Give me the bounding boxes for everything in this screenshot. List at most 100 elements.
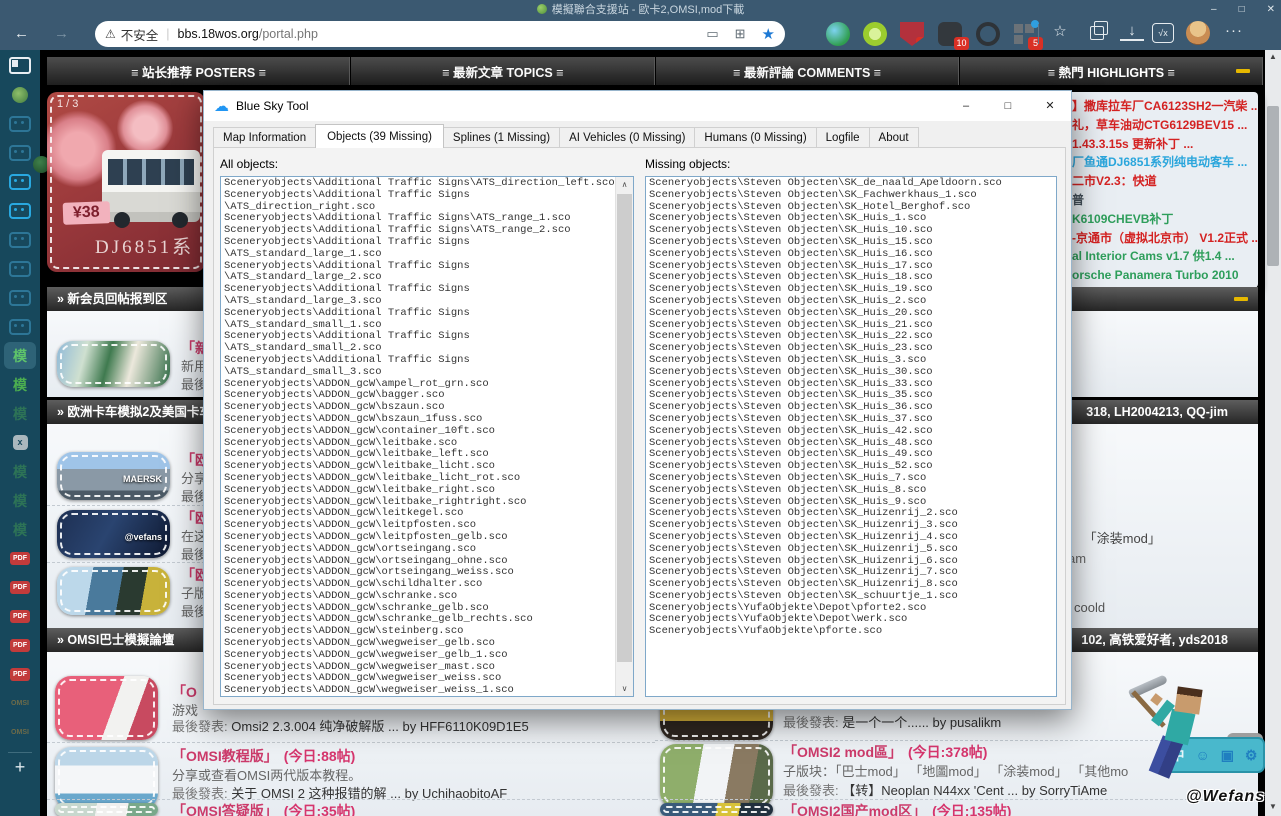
forward-icon[interactable]: → (54, 18, 69, 50)
panel-link[interactable]: K6109CHEVB补丁 (1072, 210, 1258, 229)
back-icon[interactable]: ← (14, 18, 29, 50)
listbox-line[interactable]: Sceneryobjects\ADDON_gcW\wegweiser_gelb_… (221, 650, 633, 662)
sidebar-tab-robot-icon[interactable] (4, 255, 36, 282)
listbox-scrollbar[interactable]: ∧ ∨ (615, 177, 633, 696)
dialog-tab[interactable]: Logfile (816, 127, 870, 148)
forum-title[interactable]: 「OMSI教程版」(今日:88帖) (172, 746, 355, 766)
dialog-maximize-icon[interactable]: □ (987, 91, 1029, 121)
reading-mode-icon[interactable]: ▭ (706, 26, 718, 42)
ring-extension-icon[interactable] (976, 22, 1000, 46)
panel-link[interactable]: 厂鱼通DJ6851系列纯电动客车 ... (1072, 153, 1258, 172)
security-warning-icon[interactable]: ⚠ (105, 27, 116, 41)
close-icon[interactable]: ✕ (1267, 4, 1275, 15)
dialog-tab[interactable]: Splines (1 Missing) (443, 127, 560, 148)
carousel-banner[interactable]: 1 / 3 ¥38 DJ6851系 (47, 92, 205, 272)
nav-collapse-icon[interactable] (1236, 69, 1250, 73)
favorites-icon[interactable]: ☆ (1048, 22, 1072, 40)
panel-link[interactable]: -京通市（虚拟北京市） V1.2正式 ... (1072, 229, 1258, 248)
sidebar-tab-robot-icon[interactable] (4, 110, 36, 137)
collapse-icon[interactable] (1234, 297, 1248, 301)
listbox-line[interactable]: Sceneryobjects\Steven Objecten\SK_Huis_8… (646, 485, 1056, 497)
sidebar-tab-robot-icon[interactable] (4, 313, 36, 340)
sidebar-tab-pdf-icon[interactable]: PDF (4, 603, 36, 630)
math-solver-icon[interactable]: √x (1152, 23, 1174, 43)
panel-link[interactable]: 礼，草车油动CTG6129BEV15 ... (1072, 116, 1258, 135)
dialog-tab[interactable]: Map Information (213, 127, 316, 148)
panel-link[interactable]: 】撒库拉车厂CA6123SH2一汽柴 ... (1072, 97, 1258, 116)
page-scrollbar-thumb[interactable] (1267, 106, 1279, 266)
panel-link[interactable]: orsche Panamera Turbo 2010 (1072, 266, 1258, 285)
listbox-line[interactable]: Sceneryobjects\Steven Objecten\SK_Huizen… (646, 544, 1056, 556)
listbox-line[interactable]: \ATS_standard_large_3.sco (221, 296, 633, 308)
listbox-line[interactable]: Sceneryobjects\Steven Objecten\SK_Huis_7… (646, 473, 1056, 485)
collections-icon[interactable] (1090, 26, 1104, 40)
nav-section[interactable]: ≡ 熱門 HIGHLIGHTS ≡ (960, 57, 1264, 85)
forum-title[interactable]: 「O (172, 682, 197, 702)
sidebar-tab-pdf-icon[interactable]: PDF (4, 574, 36, 601)
listbox-line[interactable]: Sceneryobjects\Steven Objecten\SK_Huizen… (646, 532, 1056, 544)
sidebar-tab-doc-icon[interactable]: x (4, 429, 36, 456)
blocker-extension-icon[interactable]: 5 (1012, 22, 1036, 46)
sidebar-tab-char-icon[interactable]: 模 (4, 342, 36, 369)
listbox-line[interactable]: Sceneryobjects\Steven Objecten\SK_Huis_2… (646, 296, 1056, 308)
panel-link[interactable]: 普 (1072, 191, 1258, 210)
listbox-line[interactable]: Sceneryobjects\ADDON_gcW\container_10ft.… (221, 426, 633, 438)
maximize-icon[interactable]: □ (1239, 4, 1245, 15)
sidebar-tab-char-icon[interactable]: 模 (4, 516, 36, 543)
listbox-line[interactable]: Sceneryobjects\Steven Objecten\SK_Huis_1… (646, 237, 1056, 249)
dialog-tab[interactable]: Objects (39 Missing) (315, 124, 444, 148)
scroll-down-icon[interactable]: ▼ (1265, 802, 1281, 811)
listbox-line[interactable]: Sceneryobjects\ADDON_gcW\ortseingang.sco (221, 544, 633, 556)
thumbnail-cn-bus[interactable] (660, 803, 773, 816)
listbox-line[interactable]: Sceneryobjects\Steven Objecten\SK_Huis_4… (646, 426, 1056, 438)
idm-extension-icon[interactable] (826, 22, 850, 46)
lastpost-author[interactable]: by HFF6110K09D1E5 (402, 719, 528, 734)
all-objects-listbox[interactable]: Sceneryobjects\Additional Traffic Signs\… (220, 176, 634, 697)
dialog-tab[interactable]: About (869, 127, 919, 148)
image-icon[interactable]: ▣ (1221, 747, 1234, 764)
sidebar-tab-robot-icon[interactable] (4, 168, 36, 195)
sidebar-tab-green-icon[interactable] (4, 81, 36, 108)
panel-link[interactable]: 二市V2.3：快道 (1072, 172, 1258, 191)
listbox-line[interactable]: \ATS_standard_small_3.sco (221, 367, 633, 379)
sidebar-tab-robot-icon[interactable] (4, 197, 36, 224)
thumbnail-vefans-truck[interactable]: @vefans (57, 510, 170, 558)
nav-section[interactable]: ≡ 站长推荐 POSTERS ≡ (47, 57, 351, 85)
sidebar-tab-char-icon[interactable]: OMSI (4, 690, 36, 717)
thumbnail-qa-bus[interactable] (55, 803, 158, 816)
lastpost-link[interactable]: Omsi2 2.3.004 纯净破解版 ... (231, 719, 399, 734)
panel-link[interactable]: al Interior Cams v1.7 供1.4 ... (1072, 247, 1258, 266)
lastpost-link[interactable]: 是一个一个...... (842, 715, 929, 730)
thumbnail-maersk-truck[interactable]: MAERSK (57, 452, 170, 500)
panel-link[interactable]: 1.43.3.15s 更新补丁 ... (1072, 135, 1258, 154)
lime-extension-icon[interactable] (863, 22, 887, 46)
listbox-line[interactable]: Sceneryobjects\ADDON_gcW\bszaun_1fuss.sc… (221, 414, 633, 426)
sidebar-tab-robot-icon[interactable] (4, 284, 36, 311)
listbox-line[interactable]: Sceneryobjects\ADDON_gcW\wegweiser_weiss… (221, 685, 633, 697)
sidebar-tab-robot-icon[interactable] (4, 139, 36, 166)
lastpost-link[interactable]: 【转】Neoplan N44xx 'Cent ... (842, 783, 1018, 798)
new-tab-button[interactable]: + (0, 757, 40, 778)
nav-section[interactable]: ≡ 最新評論 COMMENTS ≡ (656, 57, 960, 85)
dialog-tab[interactable]: AI Vehicles (0 Missing) (559, 127, 695, 148)
forum-title[interactable]: 「OMSI答疑版」(今日:35帖) (172, 801, 355, 816)
sidebar-tab-char-icon[interactable]: 模 (4, 458, 36, 485)
dialog-tab[interactable]: Humans (0 Missing) (694, 127, 816, 148)
listbox-line[interactable]: Sceneryobjects\Steven Objecten\SK_Fachwe… (646, 190, 1056, 202)
translate-icon[interactable]: ⊞ (735, 26, 746, 42)
gear-icon[interactable]: ⚙ (1245, 747, 1258, 764)
listbox-line[interactable]: Sceneryobjects\Additional Traffic Signs (221, 308, 633, 320)
sidebar-tab-char-icon[interactable]: OMSI (4, 719, 36, 746)
sidebar-tab-pdf-icon[interactable]: PDF (4, 661, 36, 688)
dialog-minimize-icon[interactable]: – (945, 91, 987, 121)
listbox-line[interactable]: Sceneryobjects\Steven Objecten\SK_Huis_3… (646, 414, 1056, 426)
listbox-line[interactable]: \ATS_standard_large_1.sco (221, 249, 633, 261)
reader-extension-icon[interactable]: 10 (938, 22, 962, 46)
listbox-line[interactable]: Sceneryobjects\Steven Objecten\SK_Huis_3… (646, 367, 1056, 379)
listbox-line[interactable]: Sceneryobjects\Steven Objecten\SK_Huis_3… (646, 355, 1056, 367)
sidebar-tab-char-icon[interactable]: 模 (4, 400, 36, 427)
listbox-line[interactable]: Sceneryobjects\Additional Traffic Signs (221, 355, 633, 367)
listbox-line[interactable]: Sceneryobjects\Additional Traffic Signs (221, 190, 633, 202)
sidebar-tab-pdf-icon[interactable]: PDF (4, 632, 36, 659)
forum-title[interactable]: 「OMSI2 mod區」(今日:378帖) (783, 742, 987, 762)
